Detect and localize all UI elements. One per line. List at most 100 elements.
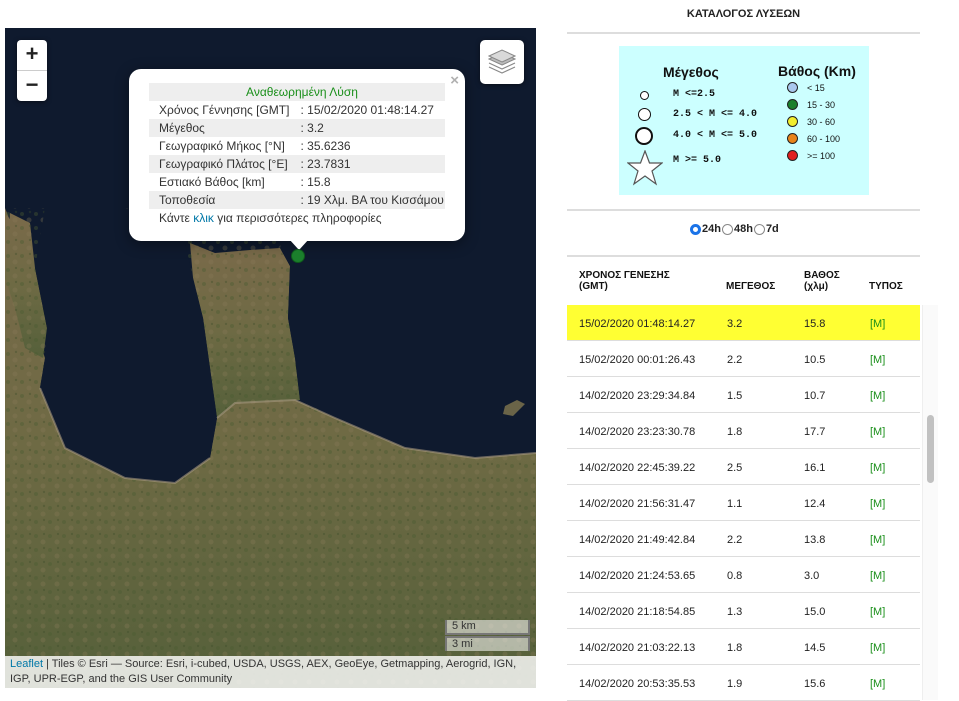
leaflet-link[interactable]: Leaflet: [10, 658, 43, 670]
popup-label: Εστιακό Βάθος [km]: [159, 175, 265, 189]
layers-button[interactable]: [480, 40, 524, 84]
table-row[interactable]: 14/02/2020 23:29:34.84 1.5 10.7 [M]: [567, 377, 920, 413]
cell-depth: 16.1: [804, 462, 826, 474]
depth-label: < 15: [807, 83, 825, 93]
range-label: 7d: [765, 223, 779, 235]
cell-type-link[interactable]: [M]: [870, 606, 885, 618]
cell-time: 14/02/2020 21:49:42.84: [579, 534, 696, 546]
depth-label: >= 100: [807, 151, 836, 161]
table-row[interactable]: 14/02/2020 21:56:31.47 1.1 12.4 [M]: [567, 485, 920, 521]
event-popup: × Αναθεωρημένη Λύση Χρόνος Γέννησης [GMT…: [129, 69, 465, 241]
cell-time: 14/02/2020 23:23:30.78: [579, 426, 696, 438]
cell-time: 14/02/2020 20:53:35.53: [579, 678, 696, 690]
map-scale: 5 km 3 mi: [445, 620, 530, 651]
scale-km: 5 km: [445, 620, 530, 635]
popup-label: Τοποθεσία: [149, 191, 291, 209]
cell-depth: 15.6: [804, 678, 826, 690]
table-row[interactable]: 15/02/2020 00:01:26.43 2.2 10.5 [M]: [567, 341, 920, 377]
map-attribution: Leaflet | Tiles © Esri — Source: Esri, i…: [5, 656, 536, 688]
cell-type-link[interactable]: [M]: [870, 678, 885, 690]
cell-type-link[interactable]: [M]: [870, 498, 885, 510]
popup-label: Γεωγραφικό Μήκος [°N]: [159, 139, 285, 153]
table-row[interactable]: 14/02/2020 21:24:53.65 0.8 3.0 [M]: [567, 557, 920, 593]
map-view[interactable]: + − × Αναθεωρημένη Λύση Χρόνος Γέννησης …: [5, 28, 536, 688]
magnitude-small-icon: [640, 91, 649, 100]
cell-depth: 17.7: [804, 426, 826, 438]
cell-time: 14/02/2020 21:18:54.85: [579, 606, 696, 618]
cell-type-link[interactable]: [M]: [870, 462, 885, 474]
range-label: 24h: [702, 223, 721, 235]
cell-type-link[interactable]: [M]: [870, 390, 885, 402]
earthquake-marker[interactable]: [291, 249, 305, 263]
scrollbar-thumb[interactable]: [927, 415, 934, 483]
cell-time: 15/02/2020 00:01:26.43: [579, 354, 696, 366]
popup-more-info: Κάντε κλικ για περισσότερες πληροφορίες: [149, 209, 445, 227]
cell-depth: 15.8: [804, 318, 826, 330]
zoom-out-button[interactable]: −: [17, 70, 47, 101]
magnitude-label: 4.0 < M <= 5.0: [673, 130, 758, 141]
cell-type-link[interactable]: [M]: [870, 642, 885, 654]
zoom-in-button[interactable]: +: [17, 40, 47, 70]
cell-type-link[interactable]: [M]: [870, 318, 885, 330]
table-row[interactable]: 14/02/2020 22:45:39.22 2.5 16.1 [M]: [567, 449, 920, 485]
cell-magnitude: 1.9: [727, 678, 743, 690]
cell-depth: 10.5: [804, 354, 826, 366]
header-depth: ΒΑΘΟΣ (χλμ): [804, 270, 840, 292]
cell-time: 14/02/2020 21:24:53.65: [579, 570, 696, 582]
cell-time: 14/02/2020 22:45:39.22: [579, 462, 696, 474]
popup-value: : 35.6236: [300, 139, 351, 153]
popup-value: : 15/02/2020 01:48:14.27: [300, 103, 434, 117]
cell-time: 14/02/2020 21:03:22.13: [579, 642, 696, 654]
table-row[interactable]: 14/02/2020 21:49:42.84 2.2 13.8 [M]: [567, 521, 920, 557]
depth-color-icon: [787, 99, 798, 110]
cell-magnitude: 2.5: [727, 462, 743, 474]
zoom-control: + −: [17, 40, 47, 101]
cell-magnitude: 1.5: [727, 390, 743, 402]
depth-label: 30 - 60: [807, 117, 836, 127]
cell-magnitude: 3.2: [727, 318, 743, 330]
cell-magnitude: 1.1: [727, 498, 743, 510]
cell-time: 14/02/2020 23:29:34.84: [579, 390, 696, 402]
events-table: 15/02/2020 01:48:14.27 3.2 15.8 [M] 15/02/2…: [567, 305, 920, 701]
magnitude-label: M >= 5.0: [673, 155, 722, 166]
cell-type-link[interactable]: [M]: [870, 570, 885, 582]
header-time: ΧΡΟΝΟΣ ΓΕΝΕΣΗΣ (GMT): [579, 270, 670, 292]
cell-time: 15/02/2020 01:48:14.27: [579, 318, 696, 330]
depth-color-icon: [787, 82, 798, 93]
table-row[interactable]: 14/02/2020 20:53:35.53 1.9 15.6 [M]: [567, 665, 920, 701]
cell-magnitude: 1.3: [727, 606, 743, 618]
popup-close-button[interactable]: ×: [450, 72, 459, 89]
magnitude-large-icon: [635, 127, 653, 145]
layers-icon: [488, 49, 516, 74]
cell-type-link[interactable]: [M]: [870, 426, 885, 438]
popup-value: : 15.8: [300, 175, 331, 189]
more-info-link[interactable]: κλικ: [193, 211, 214, 225]
attribution-text: | Tiles © Esri — Source: Esri, i-cubed, …: [10, 658, 517, 685]
table-scrollbar[interactable]: [922, 305, 938, 700]
header-magnitude: ΜΕΓΕΘΟΣ: [726, 281, 776, 292]
table-row[interactable]: 15/02/2020 01:48:14.27 3.2 15.8 [M]: [567, 305, 920, 341]
divider: [567, 32, 920, 34]
magnitude-label: M <=2.5: [673, 89, 716, 100]
cell-depth: 15.0: [804, 606, 826, 618]
range-radio-7d[interactable]: [753, 223, 765, 235]
magnitude-medium-icon: [638, 108, 651, 121]
depth-color-icon: [787, 150, 798, 161]
legend-magnitude-title: Μέγεθος: [663, 64, 719, 80]
popup-label: Χρόνος Γέννησης [GMT]: [159, 103, 290, 117]
range-radio-24h[interactable]: [690, 223, 701, 235]
cell-type-link[interactable]: [M]: [870, 354, 885, 366]
range-radio-48h[interactable]: [721, 223, 733, 235]
popup-value: : 19 Χλμ. ΒΑ του Κισσάμου: [290, 191, 445, 209]
panel-title: ΚΑΤΑΛΟΓΟΣ ΛΥΣΕΩΝ: [686, 8, 801, 20]
cell-depth: 13.8: [804, 534, 826, 546]
cell-type-link[interactable]: [M]: [870, 534, 885, 546]
cell-depth: 12.4: [804, 498, 826, 510]
cell-depth: 14.5: [804, 642, 826, 654]
time-range-selector: 24h 48h 7d: [690, 223, 780, 235]
table-row[interactable]: 14/02/2020 23:23:30.78 1.8 17.7 [M]: [567, 413, 920, 449]
table-row[interactable]: 14/02/2020 21:03:22.13 1.8 14.5 [M]: [567, 629, 920, 665]
table-row[interactable]: 14/02/2020 21:18:54.85 1.3 15.0 [M]: [567, 593, 920, 629]
cell-time: 14/02/2020 21:56:31.47: [579, 498, 696, 510]
magnitude-label: 2.5 < M <= 4.0: [673, 109, 758, 120]
